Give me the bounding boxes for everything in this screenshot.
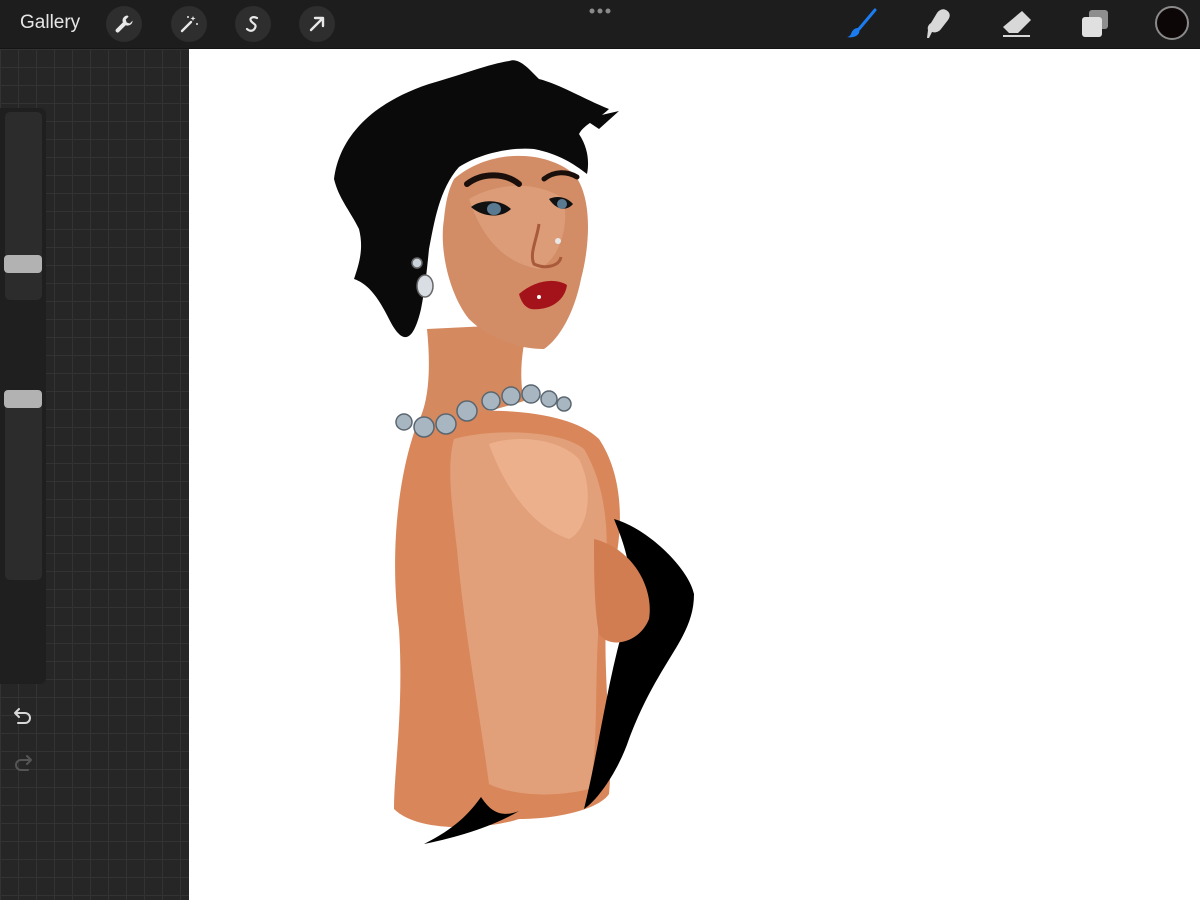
drawing-canvas[interactable] <box>189 49 1200 900</box>
eraser-icon[interactable] <box>1000 7 1034 41</box>
selection-icon <box>245 16 259 32</box>
undo-arrow-icon[interactable] <box>12 706 34 726</box>
adjustments-button[interactable] <box>171 6 207 42</box>
transform-button[interactable] <box>299 6 335 42</box>
magic-wand-icon <box>180 16 198 33</box>
selection-button[interactable] <box>235 6 271 42</box>
redo-arrow-icon[interactable] <box>12 753 34 773</box>
top-toolbar: Gallery <box>0 0 1200 49</box>
brush-size-slider[interactable] <box>4 112 42 300</box>
opacity-thumb[interactable] <box>4 390 42 408</box>
brush-icon[interactable] <box>845 7 879 41</box>
opacity-slider[interactable] <box>4 390 42 580</box>
transform-arrow-icon <box>309 16 325 32</box>
gallery-button[interactable]: Gallery <box>20 12 80 34</box>
actions-button[interactable] <box>106 6 142 42</box>
layers-icon[interactable] <box>1078 7 1112 41</box>
left-sidebar <box>0 108 46 771</box>
brush-size-thumb[interactable] <box>4 255 42 273</box>
smudge-icon[interactable] <box>922 7 956 41</box>
artwork <box>334 60 694 844</box>
more-options-icon[interactable] <box>588 6 612 16</box>
color-swatch[interactable] <box>1155 6 1189 40</box>
wrench-icon <box>115 15 133 33</box>
